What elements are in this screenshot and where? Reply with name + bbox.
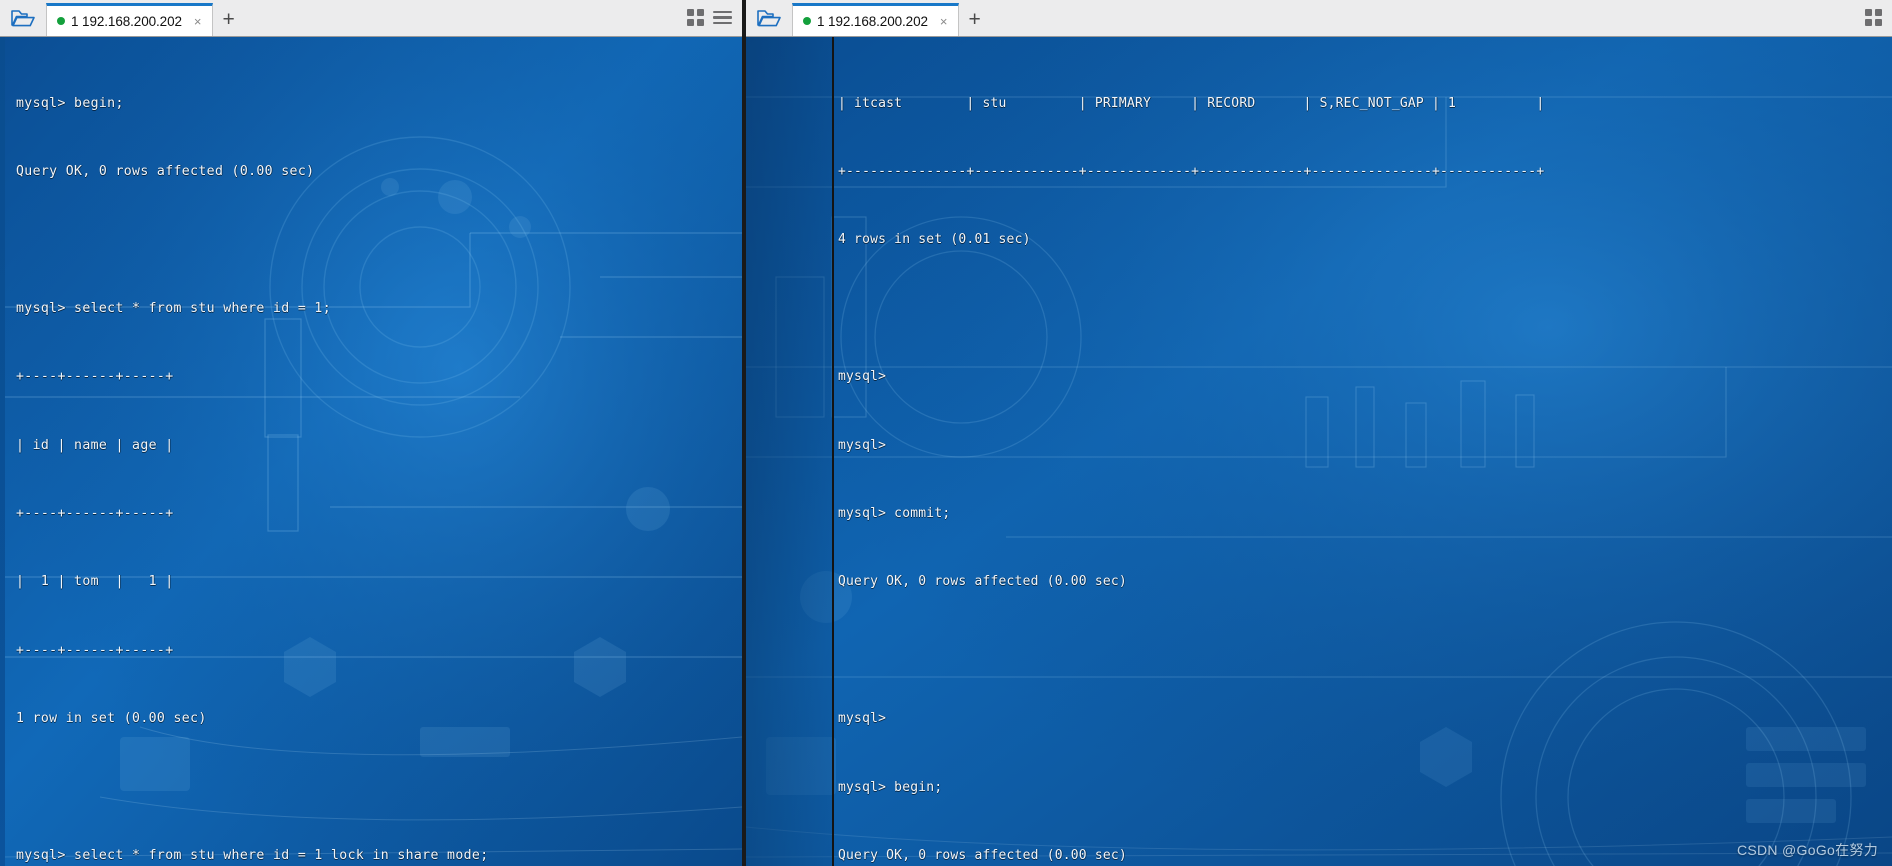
terminal-line: Query OK, 0 rows affected (0.00 sec) (838, 847, 1127, 863)
split-terminal-window: 1 192.168.200.202 × + mysql> begin; Quer… (0, 0, 1892, 866)
terminal-line: | 1 | tom | 1 | (16, 574, 174, 590)
tab-192-168-200-202[interactable]: 1 192.168.200.202 × (46, 3, 213, 36)
terminal-line: mysql> begin; (838, 779, 943, 795)
watermark-text: CSDN @GoGo在努力 (1736, 842, 1878, 858)
grid-view-icon[interactable] (1865, 9, 1882, 26)
grid-view-icon[interactable] (687, 9, 704, 26)
terminal-line: mysql> select * from stu where id = 1; (16, 300, 332, 316)
tab-bar-spacer (245, 0, 677, 36)
new-tab-button[interactable]: + (213, 3, 245, 36)
left-toolbar-actions (677, 0, 742, 36)
terminal-line: +---------------+-------------+---------… (838, 163, 1545, 179)
folder-open-icon[interactable] (746, 0, 792, 36)
terminal-line: 1 row in set (0.00 sec) (16, 711, 207, 727)
tab-status-dot (803, 17, 811, 25)
left-terminal-pane: 1 192.168.200.202 × + mysql> begin; Quer… (0, 0, 742, 866)
right-terminal-text: | itcast | stu | PRIMARY | RECORD | S,RE… (746, 37, 1892, 866)
terminal-line: mysql> begin; (16, 95, 124, 111)
terminal-line: | id | name | age | (16, 437, 174, 453)
terminal-line: mysql> (838, 711, 887, 727)
terminal-line: 4 rows in set (0.01 sec) (838, 232, 1031, 248)
left-terminal-text: mysql> begin; Query OK, 0 rows affected … (0, 37, 742, 866)
terminal-line: mysql> (838, 369, 887, 385)
right-tab-bar: 1 192.168.200.202 × + (746, 0, 1892, 37)
terminal-line: mysql> commit; (838, 505, 951, 521)
tab-label: 1 192.168.200.202 (71, 13, 182, 29)
terminal-line: Query OK, 0 rows affected (0.00 sec) (16, 163, 315, 179)
terminal-line: Query OK, 0 rows affected (0.00 sec) (838, 574, 1127, 590)
hamburger-menu-icon[interactable] (713, 10, 732, 25)
tab-192-168-200-202[interactable]: 1 192.168.200.202 × (792, 3, 959, 36)
close-icon[interactable]: × (936, 15, 952, 28)
terminal-line: +----+------+-----+ (16, 505, 174, 521)
left-terminal-output[interactable]: mysql> begin; Query OK, 0 rows affected … (0, 37, 742, 866)
terminal-line: +----+------+-----+ (16, 642, 174, 658)
terminal-line: | itcast | stu | PRIMARY | RECORD | S,RE… (838, 95, 1545, 111)
terminal-line: mysql> (838, 437, 887, 453)
tab-bar-spacer (991, 0, 1855, 36)
right-terminal-output[interactable]: | itcast | stu | PRIMARY | RECORD | S,RE… (746, 37, 1892, 866)
tab-label: 1 192.168.200.202 (817, 13, 928, 29)
right-toolbar-actions (1855, 0, 1892, 36)
terminal-line: mysql> select * from stu where id = 1 lo… (16, 847, 489, 863)
close-icon[interactable]: × (190, 15, 206, 28)
right-terminal-pane: 1 192.168.200.202 × + | itcast | stu | P… (746, 0, 1892, 866)
terminal-line: +----+------+-----+ (16, 369, 174, 385)
left-tab-bar: 1 192.168.200.202 × + (0, 0, 742, 37)
new-tab-button[interactable]: + (959, 3, 991, 36)
folder-open-icon[interactable] (0, 0, 46, 36)
tab-status-dot (57, 17, 65, 25)
